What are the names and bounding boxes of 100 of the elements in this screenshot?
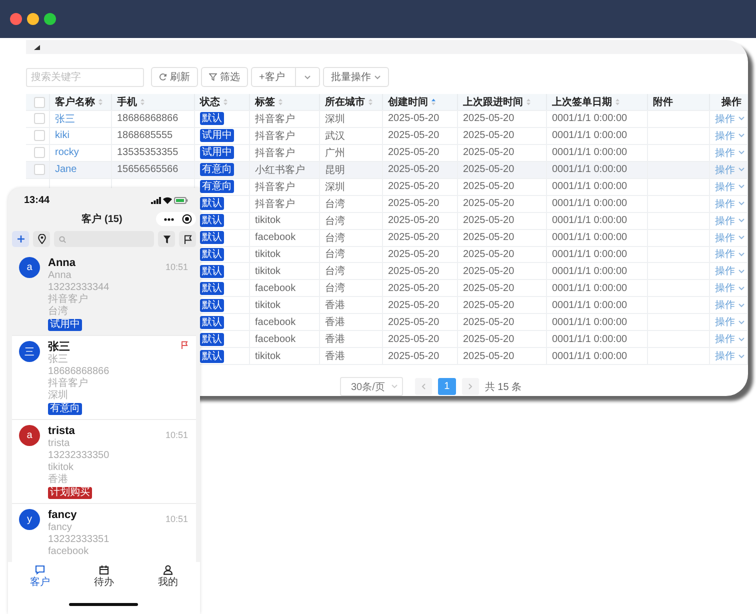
action-link[interactable]: 操作 (715, 196, 745, 211)
table-cell: 2025-05-20 (388, 113, 440, 124)
sort-icon[interactable] (431, 98, 436, 106)
action-link[interactable]: 操作 (715, 332, 745, 346)
table-cell: 2025-05-20 (388, 181, 440, 192)
contact-name: fancy (48, 509, 77, 522)
contact-detail: 台湾 (48, 306, 68, 318)
action-link[interactable]: 操作 (715, 112, 745, 126)
checkbox[interactable] (34, 147, 45, 158)
table-cell: 0001/1/1 0:00:00 (552, 130, 628, 142)
sort-icon[interactable] (278, 98, 283, 106)
corner-icon (34, 44, 40, 50)
tab-item[interactable]: 我的 (158, 565, 178, 589)
action-link[interactable]: 操作 (715, 298, 745, 312)
page-title: 客户 (15) (82, 212, 122, 226)
action-link[interactable]: 操作 (715, 146, 745, 160)
next-page-button[interactable] (462, 378, 479, 396)
flag-button[interactable] (179, 231, 196, 247)
action-link[interactable]: 操作 (715, 281, 745, 296)
checkbox[interactable] (34, 113, 45, 124)
table-cell-text: 台湾 (325, 248, 345, 262)
status-badge: 默认 (200, 112, 224, 126)
filter-button[interactable]: 筛选 (201, 67, 248, 88)
checkbox[interactable] (34, 164, 45, 176)
table-cell: 0001/1/1 0:00:00 (552, 215, 628, 226)
table-cell: 2025-05-20 (388, 350, 440, 362)
table-cell: 2025-05-20 (388, 147, 440, 158)
window-control[interactable] (10, 13, 22, 25)
customer-name-link[interactable]: kiki (55, 130, 70, 142)
tab-item[interactable]: 待办 (94, 565, 114, 589)
action-link[interactable]: 操作 (715, 247, 745, 262)
action-link[interactable]: 操作 (715, 264, 745, 278)
table-cell: 2025-05-20 (463, 113, 514, 124)
table-cell: 2025-05-20 (463, 215, 514, 226)
add-customer-button[interactable]: +客户 (251, 67, 296, 88)
location-button[interactable] (33, 231, 50, 247)
table-cell-text: 香港 (325, 316, 345, 330)
caret-icon (738, 235, 745, 240)
status-badge: 默认 (200, 350, 224, 363)
action-link[interactable]: 操作 (715, 162, 745, 177)
action-link[interactable]: 操作 (715, 214, 745, 228)
home-indicator (69, 603, 138, 606)
sort-icon[interactable] (368, 98, 373, 106)
more-icon[interactable] (164, 218, 174, 220)
table-cell: 2025-05-20 (388, 300, 440, 311)
status-badge: 试用中 (200, 146, 234, 160)
refresh-button[interactable]: 刷新 (151, 67, 198, 88)
sort-icon[interactable] (223, 98, 228, 106)
column-header: 上次跟进时间 (463, 96, 523, 110)
page-button[interactable]: 1 (438, 378, 456, 396)
search-field[interactable] (54, 231, 154, 247)
caret-icon (738, 133, 745, 138)
checkbox[interactable] (34, 130, 45, 142)
customer-name-link[interactable]: 张三 (55, 112, 75, 126)
table-cell-text: 台湾 (325, 232, 345, 245)
table-cell: 2025-05-20 (388, 266, 440, 277)
window-control[interactable] (27, 13, 39, 25)
column-header: 操作 (722, 96, 742, 110)
batch-action-button[interactable]: 批量操作 (322, 67, 389, 88)
checkbox[interactable] (34, 96, 45, 108)
flag-icon (184, 234, 192, 244)
page-size-select[interactable]: 30条/页 (340, 377, 403, 396)
contact-detail: 13232333344 (48, 282, 110, 294)
table-cell: 0001/1/1 0:00:00 (552, 147, 628, 158)
sort-icon[interactable] (526, 98, 531, 106)
sort-icon[interactable] (140, 98, 145, 106)
filter-button[interactable] (158, 231, 175, 247)
avatar: a (19, 257, 40, 278)
table-cell-text: 昆明 (325, 164, 345, 177)
action-link[interactable]: 操作 (715, 349, 745, 364)
table-cell-text: 香港 (325, 298, 345, 312)
action-link[interactable]: 操作 (715, 180, 745, 194)
column-header: 客户名称 (55, 95, 95, 110)
contact-item[interactable]: y fancy fancy 13232333351 facebook 10:51 (12, 504, 196, 562)
tab-item[interactable]: 客户 (30, 565, 50, 589)
table-cell-text: 台湾 (325, 198, 345, 211)
dropdown-button[interactable] (296, 67, 320, 88)
window-control[interactable] (44, 13, 56, 25)
contact-item[interactable]: a trista trista 13232333350 tikitok 香港 计划购买 10:51 (12, 420, 196, 504)
add-button[interactable] (12, 231, 29, 247)
caret-icon (738, 150, 745, 156)
customer-name-link[interactable]: rocky (55, 147, 79, 158)
tag-badge: 试用中 (48, 319, 82, 331)
search-field[interactable]: 搜索关键字 (26, 68, 144, 87)
sort-icon[interactable] (98, 98, 103, 106)
table-cell-text: 深圳 (325, 180, 345, 194)
sort-icon[interactable] (615, 98, 620, 106)
action-link[interactable]: 操作 (715, 128, 745, 143)
customer-name-link[interactable]: Jane (55, 164, 77, 176)
status-badge: 默认 (200, 264, 224, 278)
status-badge: 默认 (200, 248, 224, 261)
contact-detail: facebook (48, 546, 89, 558)
action-link[interactable]: 操作 (715, 230, 745, 245)
table-cell-text: 广州 (325, 146, 345, 160)
action-link[interactable]: 操作 (715, 315, 745, 330)
contact-item[interactable]: 三 张三 张三 18686868866 抖音客户 深圳 有意向 (12, 336, 196, 420)
target-icon[interactable] (182, 214, 192, 224)
caret-icon (738, 336, 745, 342)
table-cell: 2025-05-20 (388, 334, 440, 345)
previous-page-button[interactable] (414, 378, 432, 396)
